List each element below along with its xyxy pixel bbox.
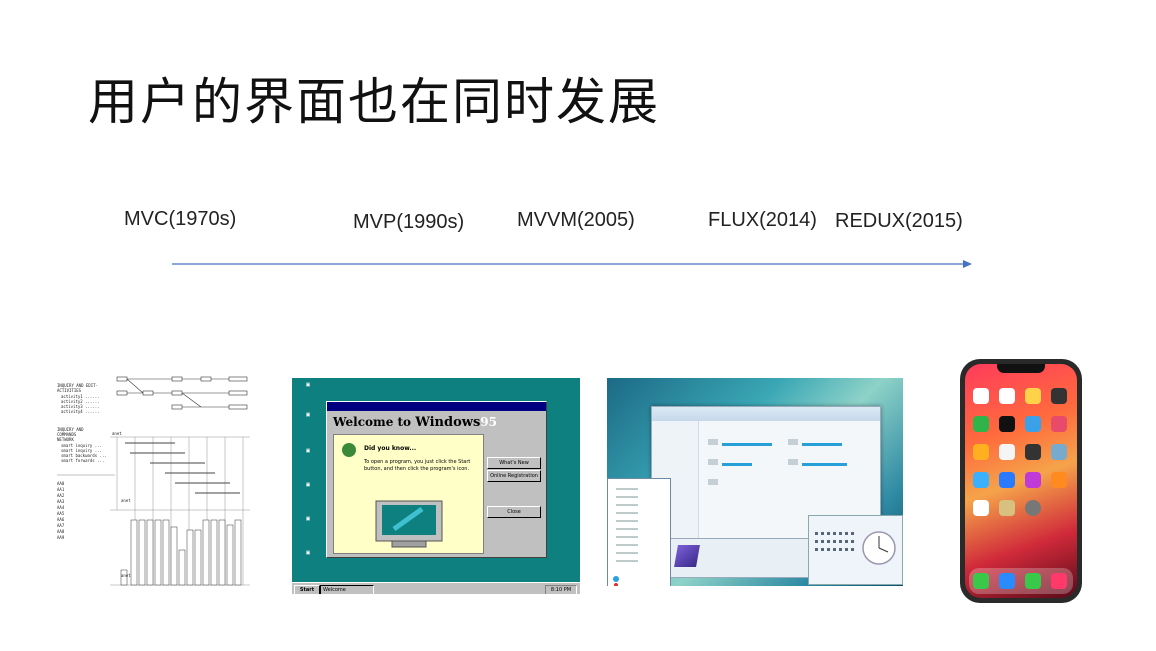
welcome-heading-1: Welcome to xyxy=(333,415,416,429)
briefcase-icon: ▣ xyxy=(305,550,311,556)
start-menu xyxy=(607,478,671,586)
svg-text:anet: anet xyxy=(121,498,131,503)
svg-text:AA3: AA3 xyxy=(57,499,65,504)
app-icon xyxy=(973,388,989,404)
iphone-image xyxy=(960,359,1082,603)
app-icon xyxy=(973,472,989,488)
laptop-icon xyxy=(674,545,700,567)
era-mvvm: MVVM(2005) xyxy=(517,209,635,231)
svg-text:ACTIVITIES: ACTIVITIES xyxy=(57,388,82,393)
app-icon xyxy=(1025,472,1041,488)
taskbar-clock: 8:10 PM xyxy=(545,585,577,594)
app-icon xyxy=(999,416,1015,432)
svg-text:activity4 ......: activity4 ...... xyxy=(61,409,100,414)
drives-graphic xyxy=(708,439,847,485)
era-redux: REDUX(2015) xyxy=(835,210,963,232)
app-icon xyxy=(1051,416,1067,432)
svg-text:AA7: AA7 xyxy=(57,523,65,528)
start-menu-lines xyxy=(613,488,638,586)
svg-text:smart forwards ...: smart forwards ... xyxy=(61,458,104,463)
iphone-screen xyxy=(965,364,1077,598)
start-button[interactable]: Start xyxy=(294,585,320,594)
svg-text:anet: anet xyxy=(112,431,122,436)
did-you-know: Did you know... xyxy=(364,445,417,452)
welcome-heading-2: Windows xyxy=(415,415,481,430)
slide-title: 用户的界面也在同时发展 xyxy=(88,73,660,131)
inbox-icon: ▣ xyxy=(305,448,311,454)
calendar-clock-popup xyxy=(808,515,903,585)
app-icon xyxy=(1051,388,1067,404)
taskbar: Start Welcome 8:10 PM xyxy=(292,582,580,594)
msn-icon: ▣ xyxy=(305,516,311,522)
svg-text:AA2: AA2 xyxy=(57,493,65,498)
tip-panel: Did you know... To open a program, you j… xyxy=(333,434,484,554)
music-icon xyxy=(1051,573,1067,589)
svg-text:AA6: AA6 xyxy=(57,517,65,522)
timeline-arrow xyxy=(172,260,972,268)
era-mvc: MVC(1970s) xyxy=(124,208,237,230)
svg-text:AA1: AA1 xyxy=(57,487,65,492)
app-icon xyxy=(1051,472,1067,488)
app-icon xyxy=(1025,500,1041,516)
svg-text:anet: anet xyxy=(121,573,131,578)
era-flux: FLUX(2014) xyxy=(708,209,817,231)
network-icon: ▣ xyxy=(305,412,311,418)
windows95-image: ▣ ▣ ▣ ▣ ▣ ▣ Welcome to Windows95 Did you… xyxy=(292,378,580,594)
app-icon xyxy=(973,444,989,460)
app-icon xyxy=(999,472,1015,488)
app-icon xyxy=(1025,388,1041,404)
whats-new-button[interactable]: What's New xyxy=(487,457,541,469)
svg-text:AA4: AA4 xyxy=(57,505,65,510)
mvc-era-image: INQUIRY AND EDIT- ACTIVITIES activity1 ..… xyxy=(55,375,255,590)
dialog-titlebar xyxy=(327,402,546,411)
my-computer-icon: ▣ xyxy=(305,382,311,388)
app-icon xyxy=(1025,416,1041,432)
monitor-icon xyxy=(375,500,443,548)
explorer-toolbar xyxy=(652,407,880,421)
mvc-printout-graphic: INQUIRY AND EDIT-ACTIVITIES activity1 ..… xyxy=(57,376,250,586)
recycle-bin-icon: ▣ xyxy=(305,482,311,488)
tip-text: To open a program, you just click the St… xyxy=(364,459,471,472)
svg-text:AA8: AA8 xyxy=(57,529,65,534)
era-mvp: MVP(1990s) xyxy=(353,211,465,233)
taskbar-welcome[interactable]: Welcome xyxy=(320,585,374,594)
svg-text:NETWORK: NETWORK xyxy=(57,437,74,442)
app-icon xyxy=(973,416,989,432)
safari-icon xyxy=(999,573,1015,589)
lightbulb-icon xyxy=(342,443,356,457)
app-icon xyxy=(999,444,1015,460)
app-icon xyxy=(999,388,1015,404)
messages-icon xyxy=(1025,573,1041,589)
svg-text:AA0: AA0 xyxy=(57,481,65,486)
properties-pane xyxy=(669,538,821,578)
welcome-heading: Welcome to Windows95 xyxy=(333,415,497,430)
app-icon xyxy=(1051,444,1067,460)
app-icon xyxy=(1025,444,1041,460)
phone-icon xyxy=(973,573,989,589)
welcome-dialog: Welcome to Windows95 Did you know... To … xyxy=(326,401,547,558)
app-icon xyxy=(973,500,989,516)
app-icon xyxy=(999,500,1015,516)
close-button[interactable]: Close xyxy=(487,506,541,518)
windows7-image xyxy=(607,378,903,586)
iphone-notch xyxy=(997,364,1045,373)
online-registration-button[interactable]: Online Registration xyxy=(487,470,541,482)
calendar-clock-graphic xyxy=(815,531,896,565)
svg-text:AA9: AA9 xyxy=(57,535,65,540)
iphone-dock xyxy=(969,568,1073,594)
svg-text:AA5: AA5 xyxy=(57,511,65,516)
welcome-heading-3: 95 xyxy=(480,415,497,429)
